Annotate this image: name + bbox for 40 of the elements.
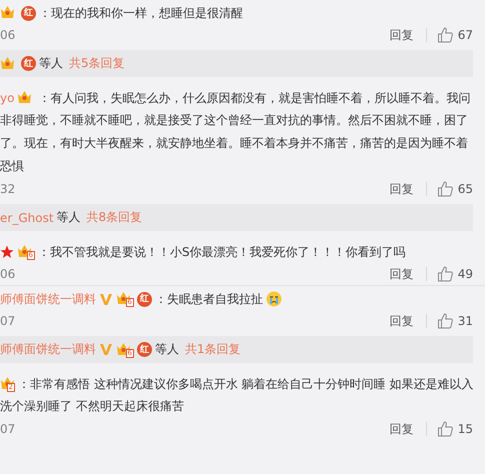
reply-link[interactable]: 回复 [390, 180, 414, 198]
like-count: 49 [458, 267, 473, 281]
star-icon [0, 245, 14, 259]
status-badge: 红 [137, 342, 152, 357]
comment-text: ：有人问我，失眠怎么办，什么原因都没有，就是害怕睡不着，所以睡不着。我问 [38, 90, 470, 107]
comment-text: 了。现在，有时大半夜醒来，就安静地坐着。睡不着本身并不痛苦，痛苦的是因为睡不着 [0, 135, 468, 152]
reply-link[interactable]: 回复 [390, 266, 414, 282]
like-count: 15 [458, 422, 473, 436]
comment-text: ：我不管我就是要说！！小S你最漂亮！我爱死你了！！！你看到了吗 [38, 244, 406, 261]
reply-summary-bar[interactable]: 红 等人 共5条回复 [0, 50, 473, 77]
comment-text: ：现在的我和你一样，想睡但是很清醒 [39, 5, 243, 22]
thumbs-up-icon[interactable] [436, 313, 453, 329]
reply-link[interactable]: 回复 [390, 312, 414, 330]
comment-text: ：非常有感悟 这种情况建议你多喝点开水 躺着在给自己十分钟时间睡 如果还是难以入 [18, 376, 474, 393]
comment-text: 洗个澡别睡了 不然明天起床很痛苦 [0, 398, 184, 415]
comment-time: 07 [0, 314, 16, 328]
others-label: 等人 [155, 341, 179, 358]
comment-time: 32 [0, 182, 16, 196]
thumbs-up-icon[interactable] [436, 266, 453, 282]
comment-text: 恐惧 [0, 158, 24, 175]
comment-time: 07 [0, 422, 16, 436]
verified-icon [99, 343, 113, 356]
thumbs-up-icon[interactable] [436, 27, 453, 43]
comment-text: ：失眠患者自我拉扯 [155, 291, 263, 308]
like-count: 67 [458, 28, 473, 42]
verified-icon [99, 292, 113, 306]
status-badge: 红 [137, 292, 152, 306]
reply-link[interactable]: 回复 [390, 26, 414, 44]
comment-text: 非得睡觉，不睡就不睡吧，就是接受了这个曾经一直对抗的事情。然后不困就不睡，困了 [0, 112, 468, 129]
status-badge: 红 [21, 56, 36, 71]
others-label: 等人 [39, 55, 63, 72]
thumbs-up-icon[interactable] [436, 421, 453, 437]
status-badge: 红 [21, 6, 36, 20]
comment-time: 06 [0, 267, 16, 281]
like-count: 65 [458, 182, 473, 196]
reply-link[interactable]: 回复 [390, 420, 414, 438]
comment-time: 06 [0, 28, 16, 42]
thumbs-up-icon[interactable] [436, 181, 453, 197]
others-label: 等人 [56, 209, 81, 226]
like-count: 31 [458, 314, 473, 328]
